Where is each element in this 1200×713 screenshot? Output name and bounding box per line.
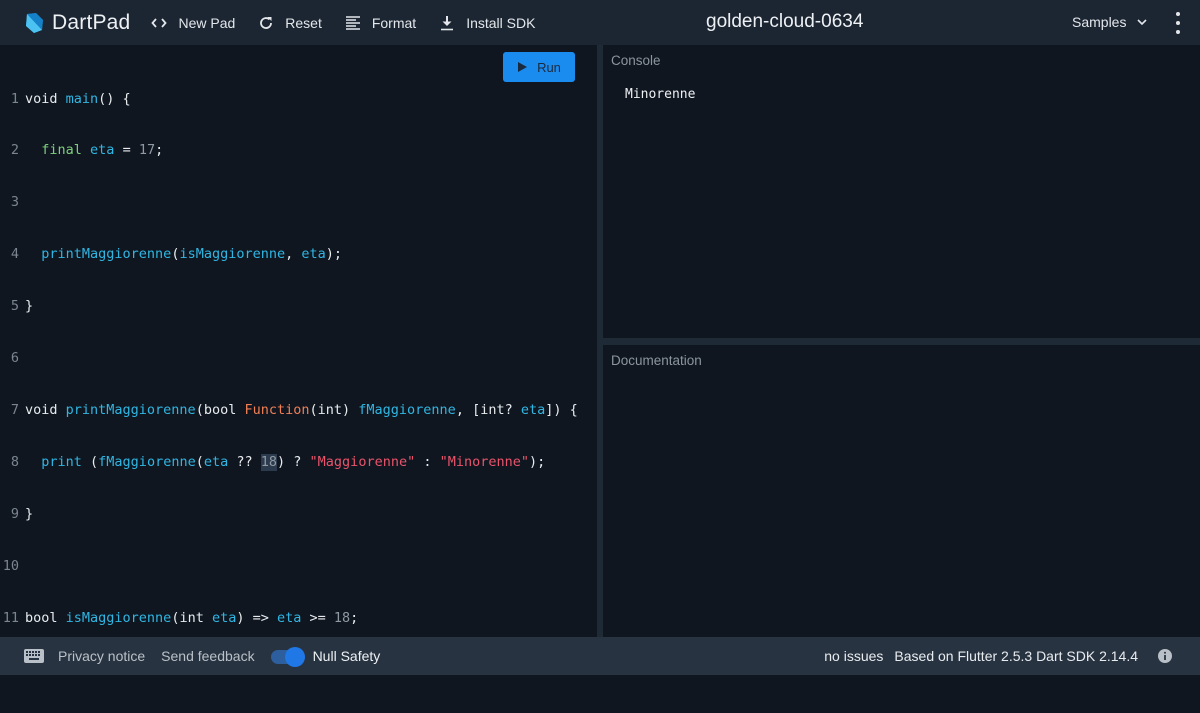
code-line: 9} <box>0 506 578 523</box>
run-button[interactable]: Run <box>503 52 575 82</box>
line-number: 7 <box>10 401 19 418</box>
privacy-notice-link[interactable]: Privacy notice <box>58 648 145 664</box>
run-label: Run <box>537 59 561 75</box>
app-header: DartPad New Pad Reset Format Install SDK… <box>0 0 1200 45</box>
line-number: 3 <box>10 194 19 211</box>
reset-button[interactable]: Reset <box>257 14 322 32</box>
status-bar: Privacy notice Send feedback Null Safety… <box>0 637 1200 675</box>
code-icon <box>150 14 168 32</box>
code-line: 2 final eta = 17; <box>0 142 578 159</box>
console-label: Console <box>611 53 661 68</box>
new-pad-button[interactable]: New Pad <box>150 14 235 32</box>
horizontal-split-handle[interactable] <box>603 338 1200 345</box>
line-number: 2 <box>10 142 19 159</box>
download-icon <box>438 14 456 32</box>
new-pad-label: New Pad <box>178 14 236 31</box>
line-number: 4 <box>10 246 19 263</box>
line-number: 9 <box>10 505 19 522</box>
issues-status[interactable]: no issues <box>824 648 883 664</box>
sdk-version: Based on Flutter 2.5.3 Dart SDK 2.14.4 <box>894 648 1138 664</box>
selected-token: 18 <box>260 453 278 472</box>
code-editor[interactable]: 1 void main() { 2 final eta = 17; 3 4 pri… <box>0 45 597 677</box>
code-line: 6 <box>0 350 578 367</box>
install-sdk-button[interactable]: Install SDK <box>438 14 535 32</box>
samples-label: Samples <box>1072 14 1127 30</box>
null-safety-label: Null Safety <box>312 648 381 664</box>
info-icon[interactable] <box>1158 649 1172 663</box>
null-safety-toggle[interactable] <box>270 647 305 667</box>
line-number: 5 <box>10 298 19 315</box>
console-output: Minorenne <box>625 87 696 102</box>
send-feedback-link[interactable]: Send feedback <box>161 648 254 664</box>
code-line: 4 printMaggiorenne(isMaggiorenne, eta); <box>0 246 578 263</box>
documentation-label: Documentation <box>611 353 702 368</box>
code-lines[interactable]: 1 void main() { 2 final eta = 17; 3 4 pri… <box>0 56 578 713</box>
play-icon <box>518 62 528 72</box>
toggle-knob <box>284 647 305 667</box>
format-button[interactable]: Format <box>344 14 416 32</box>
more-menu-button[interactable] <box>1168 12 1188 34</box>
code-line: 1 void main() { <box>0 91 578 108</box>
format-align-icon <box>344 14 362 32</box>
dartpad-logo[interactable]: DartPad <box>22 11 130 35</box>
line-number: 6 <box>10 350 19 367</box>
line-number: 8 <box>10 453 19 470</box>
samples-dropdown[interactable]: Samples <box>1072 14 1148 30</box>
dart-logo-icon <box>26 12 43 33</box>
line-number: 10 <box>2 557 19 574</box>
refresh-icon <box>257 14 275 32</box>
documentation-panel: Documentation <box>603 345 1200 637</box>
install-sdk-label: Install SDK <box>466 14 536 31</box>
code-line: 3 <box>0 194 578 211</box>
app-name: DartPad <box>52 10 131 34</box>
format-label: Format <box>371 14 417 31</box>
code-line: 8 print (fMaggiorenne(eta ?? 18) ? "Magg… <box>0 453 578 472</box>
code-line: 5} <box>0 298 578 315</box>
more-vert-icon <box>1176 12 1180 16</box>
console-panel: Console Minorenne <box>603 45 1200 338</box>
chevron-down-icon <box>1137 19 1148 26</box>
code-line: 7 void printMaggiorenne (bool Function (int… <box>0 402 578 419</box>
reset-label: Reset <box>285 14 322 31</box>
pad-title[interactable]: golden-cloud-0634 <box>706 11 863 33</box>
keyboard-icon[interactable] <box>24 649 44 663</box>
code-line: 10 <box>0 558 578 575</box>
code-line: 11 bool isMaggiorenne (int eta) => eta >= … <box>0 610 578 627</box>
line-number: 11 <box>2 609 19 626</box>
line-number: 1 <box>10 90 19 107</box>
